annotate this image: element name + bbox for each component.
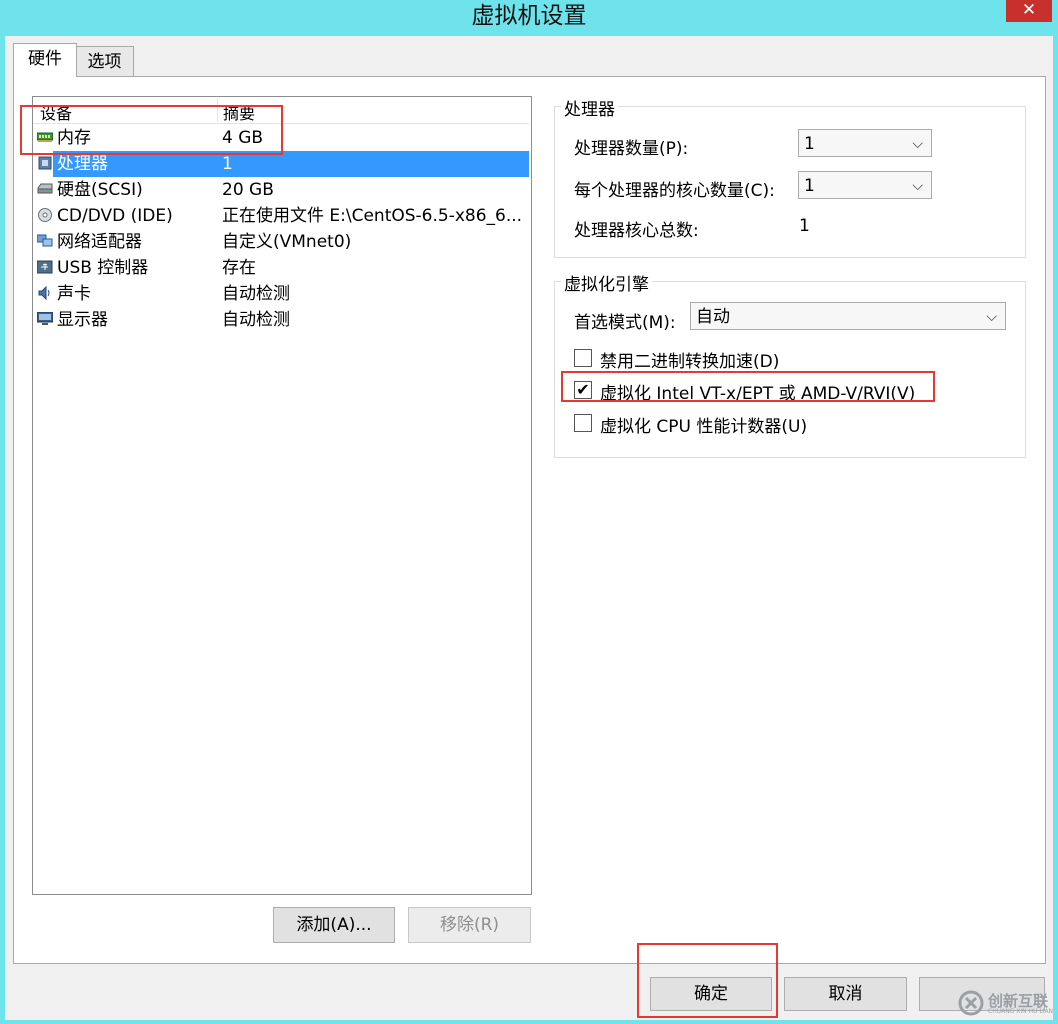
- tab-hardware[interactable]: 硬件: [13, 43, 77, 77]
- device-row-network[interactable]: 网络适配器 自定义(VMnet0): [33, 229, 529, 255]
- device-row-cdrom[interactable]: CD/DVD (IDE) 正在使用文件 E:\CentOS-6.5-x86_6.…: [33, 203, 529, 229]
- preferred-mode-value: 自动: [696, 307, 730, 327]
- total-cores-value: 1: [799, 216, 810, 236]
- remove-device-button[interactable]: 移除(R): [408, 907, 531, 943]
- checkbox-disable-binary-translation[interactable]: [574, 349, 592, 367]
- device-summary: 自动检测: [222, 310, 290, 330]
- cores-per-processor-label: 每个处理器的核心数量(C):: [574, 181, 775, 201]
- watermark-subtext: CHUANG XIN HU LIAN: [988, 1008, 1054, 1015]
- tab-options[interactable]: 选项: [75, 46, 134, 77]
- device-label: USB 控制器: [57, 258, 149, 278]
- device-label: CD/DVD (IDE): [57, 206, 173, 226]
- device-label: 显示器: [57, 310, 108, 330]
- checkbox-virtualize-cpu-counters[interactable]: [574, 414, 592, 432]
- processor-count-label: 处理器数量(P):: [574, 139, 689, 159]
- cdrom-icon: [38, 208, 52, 222]
- device-row-sound[interactable]: 声卡 自动检测: [33, 281, 529, 307]
- chevron-down-icon: ⌵: [912, 136, 923, 152]
- cores-per-processor-value: 1: [804, 176, 815, 196]
- cancel-button[interactable]: 取消: [784, 977, 907, 1011]
- device-row-harddisk[interactable]: 硬盘(SCSI) 20 GB: [33, 177, 529, 203]
- window-title: 虚拟机设置: [471, 3, 587, 29]
- preferred-mode-label: 首选模式(M):: [574, 313, 676, 333]
- device-summary: 自动检测: [222, 284, 290, 304]
- cores-per-processor-select[interactable]: 1 ⌵: [798, 171, 932, 199]
- device-summary: 自定义(VMnet0): [222, 232, 352, 252]
- close-button[interactable]: ✕: [1006, 0, 1052, 22]
- add-device-button[interactable]: 添加(A)...: [273, 907, 395, 943]
- device-label: 网络适配器: [57, 232, 142, 252]
- harddisk-icon: [37, 183, 53, 194]
- annotation-box-ok: [637, 943, 778, 1018]
- network-adapter-icon: [37, 234, 53, 247]
- total-cores-label: 处理器核心总数:: [574, 221, 699, 241]
- preferred-mode-select[interactable]: 自动 ⌵: [690, 302, 1006, 330]
- sound-card-icon: [38, 286, 50, 300]
- option-disable-binary-translation[interactable]: 禁用二进制转换加速(D): [574, 347, 974, 372]
- usb-icon: [37, 260, 53, 274]
- watermark: 创新互联 CHUANG XIN HU LIAN: [958, 986, 1056, 1020]
- option-label: 虚拟化 CPU 性能计数器(U): [600, 417, 808, 437]
- annotation-box-vtx: [561, 371, 935, 402]
- device-row-usb[interactable]: USB 控制器 存在: [33, 255, 529, 281]
- chevron-down-icon: ⌵: [986, 309, 997, 325]
- device-label: 硬盘(SCSI): [57, 180, 143, 200]
- processor-count-value: 1: [804, 134, 815, 154]
- watermark-logo-icon: [958, 990, 984, 1016]
- device-summary: 20 GB: [222, 180, 274, 200]
- device-summary: 正在使用文件 E:\CentOS-6.5-x86_6...: [222, 206, 523, 226]
- processor-count-select[interactable]: 1 ⌵: [798, 129, 932, 157]
- option-label: 禁用二进制转换加速(D): [600, 352, 780, 372]
- device-summary: 存在: [222, 258, 256, 278]
- processor-group-title: 处理器: [561, 95, 618, 120]
- chevron-down-icon: ⌵: [912, 178, 923, 194]
- annotation-box-memory: [20, 105, 283, 155]
- close-icon: ✕: [1021, 0, 1037, 20]
- option-virtualize-cpu-counters[interactable]: 虚拟化 CPU 性能计数器(U): [574, 412, 974, 437]
- processor-icon: [38, 156, 52, 170]
- device-label: 声卡: [57, 284, 91, 304]
- display-icon: [37, 312, 53, 325]
- device-row-display[interactable]: 显示器 自动检测: [33, 307, 529, 333]
- virtualization-group-title: 虚拟化引擎: [561, 270, 652, 295]
